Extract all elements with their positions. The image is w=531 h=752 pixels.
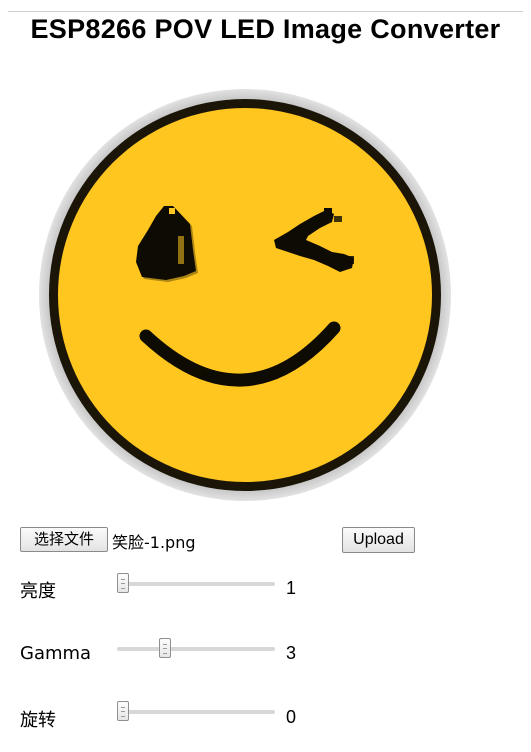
slider-track (117, 582, 275, 586)
gamma-slider[interactable] (117, 638, 275, 658)
slider-thumb[interactable] (117, 701, 129, 721)
brightness-value: 1 (286, 578, 297, 598)
face-fill (58, 108, 432, 482)
slider-thumb[interactable] (158, 638, 171, 658)
brightness-slider[interactable] (117, 573, 275, 593)
rotation-label: 旋转 (20, 710, 56, 731)
top-divider (8, 11, 523, 12)
smiley-image (39, 89, 451, 501)
gamma-value: 3 (286, 643, 297, 663)
selected-file-name: 笑脸-1.png (112, 533, 196, 552)
image-preview (38, 88, 452, 502)
rotation-value: 0 (286, 707, 297, 727)
page-title: ESP8266 POV LED Image Converter (30, 14, 501, 44)
slider-track (117, 710, 275, 714)
brightness-label: 亮度 (20, 581, 56, 602)
gamma-label: Gamma (20, 643, 92, 664)
slider-thumb[interactable] (117, 573, 129, 593)
choose-file-button[interactable]: 选择文件 (20, 527, 108, 552)
rotation-slider[interactable] (117, 701, 275, 721)
slider-track (117, 647, 275, 651)
upload-button[interactable]: Upload (342, 527, 415, 553)
